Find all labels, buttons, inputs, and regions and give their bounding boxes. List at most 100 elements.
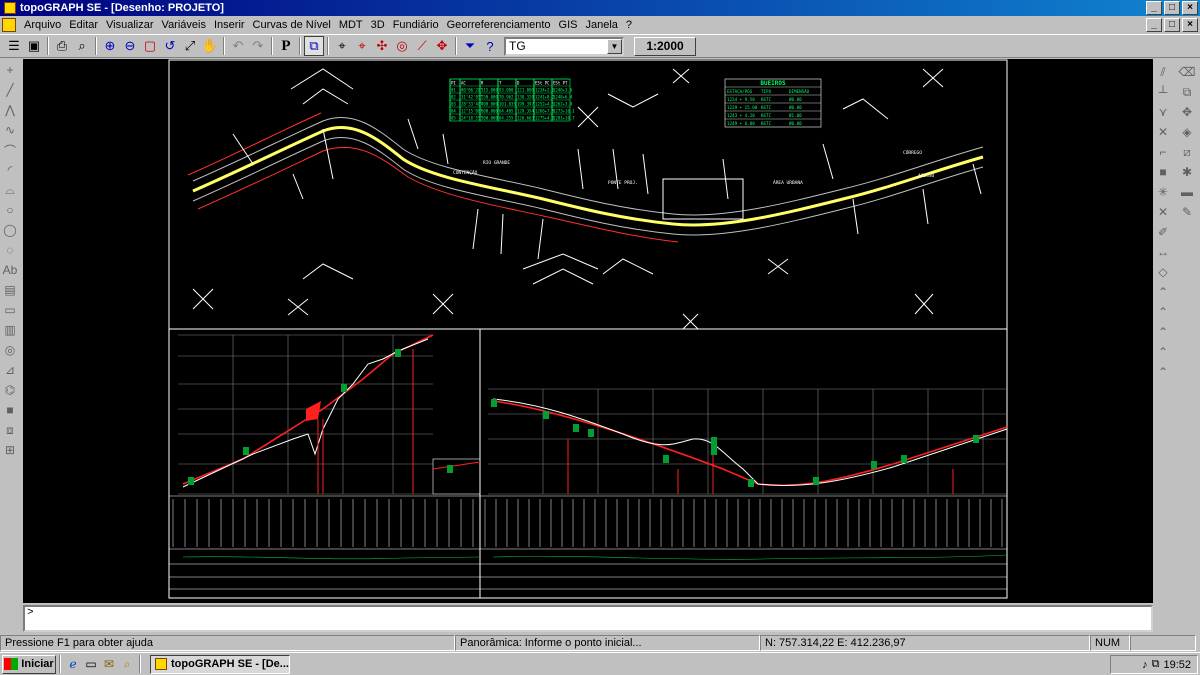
snap-apex-icon[interactable]: ⌃ <box>1153 282 1173 302</box>
minimize-button[interactable]: _ <box>1146 1 1162 15</box>
donut-icon[interactable]: ◎ <box>0 340 20 360</box>
properties-icon[interactable]: ☰ <box>4 36 24 56</box>
save-icon[interactable]: ▣ <box>24 36 44 56</box>
print-layout-icon[interactable]: P <box>276 36 296 56</box>
rotate-icon[interactable]: ✕ <box>1153 122 1173 142</box>
menu-gis[interactable]: GIS <box>555 19 582 31</box>
doc-close-button[interactable]: × <box>1182 18 1198 32</box>
show-desktop-icon[interactable]: ▭ <box>82 655 100 673</box>
menu-mdt[interactable]: MDT <box>335 19 367 31</box>
clock[interactable]: 19:52 <box>1163 659 1191 671</box>
taskbar-item-topograph[interactable]: topoGRAPH SE - [De... <box>150 654 290 674</box>
snap-endpoint-icon[interactable]: ⌖ <box>332 36 352 56</box>
offset-icon[interactable]: ⫽ <box>1153 62 1173 82</box>
layer-select[interactable]: TG ▼ <box>504 36 624 56</box>
fill-icon[interactable]: ◈ <box>1177 122 1197 142</box>
doc-minimize-button[interactable]: _ <box>1146 18 1162 32</box>
snap-center-icon[interactable]: ◎ <box>392 36 412 56</box>
menu-variaveis[interactable]: Variáveis <box>158 19 210 31</box>
erase-icon[interactable]: ⌫ <box>1177 62 1197 82</box>
chevron-down-icon[interactable]: ▼ <box>607 38 622 54</box>
solid-fill-icon[interactable]: ■ <box>0 400 20 420</box>
scale-button[interactable]: 1:2000 <box>634 36 696 56</box>
line-icon[interactable]: ╱ <box>0 80 20 100</box>
zoom-in-icon[interactable]: ⊕ <box>100 36 120 56</box>
filter-icon[interactable]: ⏷ <box>460 36 480 56</box>
pan-hand-icon[interactable]: ✋ <box>200 36 220 56</box>
zoom-window-icon[interactable]: ▢ <box>140 36 160 56</box>
volume-icon[interactable]: ♪ <box>1142 659 1148 671</box>
menu-3d[interactable]: 3D <box>367 19 389 31</box>
command-line-input[interactable]: > <box>23 605 1153 632</box>
menu-visualizar[interactable]: Visualizar <box>102 19 158 31</box>
menu-fundiario[interactable]: Fundiário <box>389 19 443 31</box>
copy-icon[interactable]: ⧉ <box>1177 82 1197 102</box>
circle-icon[interactable]: ○ <box>0 200 20 220</box>
snap-quadrant-icon[interactable]: ⌃ <box>1153 302 1173 322</box>
lengthen-icon[interactable]: ▬ <box>1177 182 1197 202</box>
snap-perpendicular-icon[interactable]: ⟋ <box>412 36 432 56</box>
drawing-canvas[interactable]: PI AC R T D ESt PC ESt PT 01 80°06'20" 115.000 93.… <box>23 59 1153 603</box>
zoom-previous-icon[interactable]: ↺ <box>160 36 180 56</box>
explorer-icon[interactable]: ⌕ <box>118 655 136 673</box>
break-icon[interactable]: ✳ <box>1153 182 1173 202</box>
insert-block-icon[interactable]: ⧈ <box>0 420 20 440</box>
arc-icon[interactable]: ⌒ <box>0 140 20 160</box>
layers-icon[interactable]: ⧉ <box>304 36 324 56</box>
menu-arquivo[interactable]: Arquivo <box>20 19 65 31</box>
snap-insert-icon[interactable]: ⌃ <box>1153 342 1173 362</box>
outlook-icon[interactable]: ✉ <box>100 655 118 673</box>
menu-curvas-de-nivel[interactable]: Curvas de Nível <box>249 19 335 31</box>
distance-icon[interactable]: ↔ <box>1153 242 1173 262</box>
rectangle-icon[interactable]: ▭ <box>0 300 20 320</box>
zoom-extents-icon[interactable]: ⤢ <box>180 36 200 56</box>
menu-inserir[interactable]: Inserir <box>210 19 249 31</box>
circle-2pt-icon[interactable]: ◯ <box>0 220 20 240</box>
fillet-icon[interactable]: ⌐ <box>1153 142 1173 162</box>
text-icon[interactable]: Ab <box>0 260 20 280</box>
start-button[interactable]: Iniciar <box>2 654 56 674</box>
block-icon[interactable]: ⌬ <box>0 380 20 400</box>
dimension-icon[interactable]: ⊿ <box>0 360 20 380</box>
network-icon[interactable]: ⧉ <box>1152 658 1160 671</box>
document-system-icon[interactable] <box>2 18 16 32</box>
ellipse-icon[interactable]: ◌ <box>0 240 20 260</box>
snap-intersection-icon[interactable]: ✣ <box>372 36 392 56</box>
snap-node-icon[interactable]: ◇ <box>1153 262 1173 282</box>
menu-georreferenciamento[interactable]: Georreferenciamento <box>443 19 555 31</box>
window-titlebar[interactable]: topoGRAPH SE - [Desenho: PROJETO] _ □ × <box>0 0 1200 16</box>
trim-icon[interactable]: ┴ <box>1153 82 1173 102</box>
app-icon[interactable] <box>4 2 16 14</box>
snap-parallel-icon[interactable]: ⌃ <box>1153 362 1173 382</box>
move-icon[interactable]: ✥ <box>1177 102 1197 122</box>
point-icon[interactable]: + <box>0 60 20 80</box>
arc-3pt-icon[interactable]: ◜ <box>0 160 20 180</box>
scale-icon[interactable]: ■ <box>1153 162 1173 182</box>
whats-this-help-icon[interactable]: ? <box>480 36 500 56</box>
stretch-icon[interactable]: ⧄ <box>1177 142 1197 162</box>
polyline-icon[interactable]: ⋀ <box>0 100 20 120</box>
print-icon[interactable]: ⎙ <box>52 36 72 56</box>
mtext-icon[interactable]: ▤ <box>0 280 20 300</box>
menu-help[interactable]: ? <box>622 19 636 31</box>
browser-icon[interactable]: ℯ <box>64 655 82 673</box>
snap-tangent-icon[interactable]: ⌃ <box>1153 322 1173 342</box>
zoom-out-icon[interactable]: ⊖ <box>120 36 140 56</box>
redo-icon[interactable]: ↷ <box>248 36 268 56</box>
edit-icon[interactable]: ✎ <box>1177 202 1197 222</box>
doc-restore-button[interactable]: □ <box>1164 18 1180 32</box>
hatch-icon[interactable]: ▥ <box>0 320 20 340</box>
snap-nearest-icon[interactable]: ✥ <box>432 36 452 56</box>
spline-icon[interactable]: ∿ <box>0 120 20 140</box>
print-preview-icon[interactable]: ⌕ <box>72 36 92 56</box>
maximize-button[interactable]: □ <box>1164 1 1180 15</box>
close-button[interactable]: × <box>1182 1 1198 15</box>
mirror-icon[interactable]: ⋎ <box>1153 102 1173 122</box>
chamfer-icon[interactable]: ✕ <box>1153 202 1173 222</box>
snap-midpoint-icon[interactable]: ⌖ <box>352 36 372 56</box>
explode-icon[interactable]: ✱ <box>1177 162 1197 182</box>
pencil-icon[interactable]: ✐ <box>1153 222 1173 242</box>
menu-editar[interactable]: Editar <box>65 19 102 31</box>
curve-icon[interactable]: ⌓ <box>0 180 20 200</box>
attribute-icon[interactable]: ⊞ <box>0 440 20 460</box>
